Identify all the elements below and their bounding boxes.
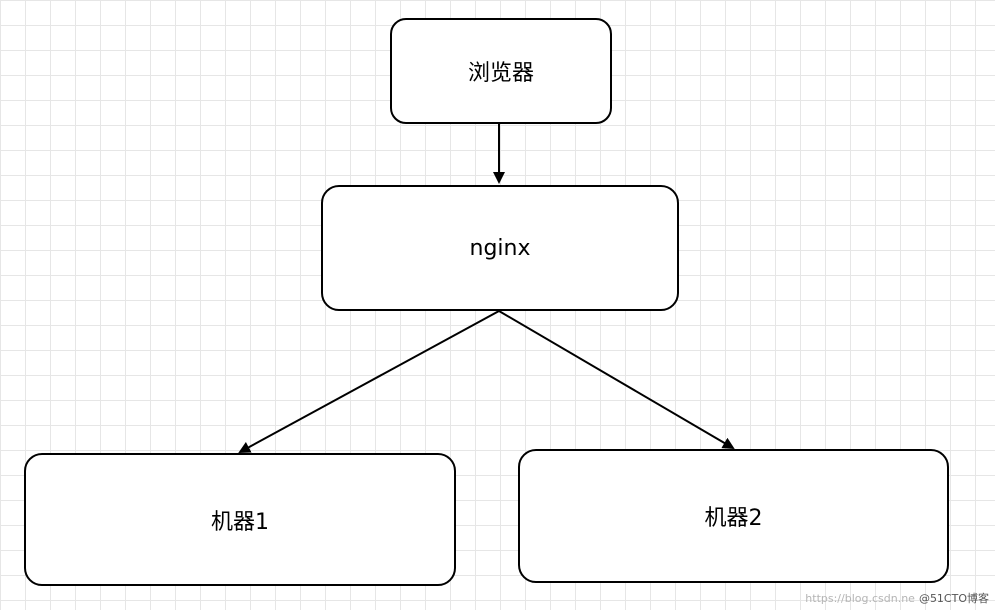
edge-nginx-to-machine2 [498, 310, 735, 450]
watermark-brand: @51CTO博客 [918, 592, 989, 605]
edge-nginx-to-machine1 [238, 310, 500, 453]
node-browser-label: 浏览器 [467, 61, 534, 86]
watermark-url: https://blog.csdn.ne [805, 592, 915, 605]
node-nginx[interactable]: nginx [321, 185, 679, 311]
diagram-canvas: 浏览器 nginx 机器1 机器2 https://blog.csdn.ne @5… [0, 0, 995, 610]
node-machine2[interactable]: 机器2 [518, 449, 949, 583]
node-browser[interactable]: 浏览器 [390, 18, 612, 124]
node-machine2-label: 机器2 [704, 506, 763, 531]
watermark: https://blog.csdn.ne @51CTO博客 [805, 590, 989, 606]
node-nginx-label: nginx [469, 235, 531, 261]
node-machine1-label: 机器1 [211, 509, 269, 535]
node-machine1[interactable]: 机器1 [24, 453, 456, 586]
